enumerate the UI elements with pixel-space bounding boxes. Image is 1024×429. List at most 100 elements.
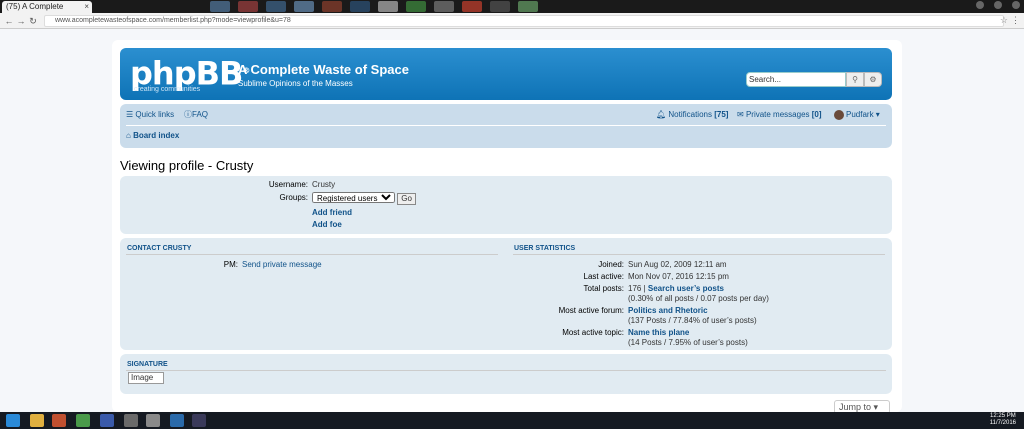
board-index-label: Board index xyxy=(133,131,180,140)
file-explorer-icon[interactable] xyxy=(30,414,44,427)
page-body: phpBB® creating communities A Complete W… xyxy=(112,40,902,414)
steam-icon[interactable] xyxy=(192,414,206,427)
windows-taskbar: 12:25 PM 11/7/2016 xyxy=(0,412,1024,429)
app-icon[interactable] xyxy=(100,414,114,427)
app-icon[interactable] xyxy=(146,414,160,427)
navbar-divider xyxy=(126,125,886,126)
bookmark-icon[interactable] xyxy=(350,1,370,12)
notifications-label: Notifications xyxy=(668,110,712,119)
media-player-icon[interactable] xyxy=(52,414,66,427)
add-friend-link[interactable]: Add friend xyxy=(312,208,352,218)
notifications-link[interactable]: 🔔︎ Notifications [75] xyxy=(656,110,728,120)
taskbar-clock[interactable]: 12:25 PM 11/7/2016 xyxy=(990,413,1016,427)
joined-label: Joined: xyxy=(598,260,624,269)
app-icon[interactable] xyxy=(170,414,184,427)
search-button[interactable]: ⚲ xyxy=(846,72,864,87)
home-icon: ⌂ xyxy=(126,131,134,140)
signature-title: SIGNATURE xyxy=(127,361,168,368)
bookmark-icon[interactable] xyxy=(294,1,314,12)
advanced-search-button[interactable]: ⚙ xyxy=(864,72,882,87)
bookmark-icon[interactable] xyxy=(518,1,538,12)
bookmark-icon[interactable] xyxy=(490,1,510,12)
groups-select[interactable]: Registered users xyxy=(312,192,395,203)
joined-value: Sun Aug 02, 2009 12:11 am xyxy=(628,260,727,269)
total-posts-detail: (0.30% of all posts / 0.07 posts per day… xyxy=(628,294,769,303)
quick-links-menu[interactable]: ☰ Quick links xyxy=(126,110,174,120)
maximize-icon[interactable] xyxy=(994,1,1002,9)
active-forum-link[interactable]: Politics and Rhetoric xyxy=(628,306,708,316)
last-active-label: Last active: xyxy=(583,272,624,281)
bookmark-icon[interactable] xyxy=(322,1,342,12)
board-index-link[interactable]: ⌂ Board index xyxy=(126,131,179,141)
tab-title: (75) A Complete xyxy=(6,2,64,11)
navbar: ☰ Quick links ⓘFAQ 🔔︎ Notifications [75]… xyxy=(120,104,892,148)
go-button[interactable]: Go xyxy=(397,193,416,205)
username-value: Crusty xyxy=(312,180,336,189)
search-posts-link[interactable]: Search user’s posts xyxy=(648,284,724,293)
chevron-down-icon: ▾ xyxy=(873,110,880,120)
site-description: Sublime Opinions of the Masses xyxy=(238,79,353,88)
pm-count: [0] xyxy=(811,110,822,119)
active-forum-label: Most active forum: xyxy=(558,306,624,315)
stats-divider xyxy=(513,254,885,255)
total-posts-line: 176 | Search user’s posts xyxy=(628,284,724,294)
signature-divider xyxy=(126,370,886,371)
site-title: A Complete Waste of Space xyxy=(238,62,409,77)
window-controls xyxy=(976,1,1020,9)
browser-tab[interactable]: (75) A Complete × xyxy=(2,1,92,13)
page-title: Viewing profile - Crusty xyxy=(120,158,254,173)
contact-title: CONTACT CRUSTY xyxy=(127,245,192,252)
contact-divider xyxy=(126,254,498,255)
forward-arrow-icon[interactable]: → xyxy=(16,15,26,27)
app-icon[interactable] xyxy=(124,414,138,427)
bookmark-icon[interactable] xyxy=(266,1,286,12)
minimize-icon[interactable] xyxy=(976,1,984,9)
faq-label: FAQ xyxy=(192,110,209,119)
bookmark-icons xyxy=(210,1,538,12)
send-pm-link[interactable]: Send private message xyxy=(242,260,322,270)
search-icon: ⚲ xyxy=(852,75,858,84)
quick-links-label: Quick links xyxy=(135,110,175,119)
pm-field-label: PM: xyxy=(223,260,238,269)
bookmark-icon[interactable] xyxy=(378,1,398,12)
avatar xyxy=(834,110,844,120)
url-field[interactable]: www.acompletewasteofspace.com/memberlist… xyxy=(44,15,1004,27)
reload-icon[interactable]: ↻ xyxy=(28,15,38,27)
hamburger-icon: ☰ xyxy=(126,110,136,119)
jump-to-label: Jump to xyxy=(839,402,872,412)
back-arrow-icon[interactable]: ← xyxy=(4,15,14,27)
active-topic-link[interactable]: Name this plane xyxy=(628,328,689,338)
active-topic-label: Most active topic: xyxy=(562,328,624,337)
username-label: Pudfark xyxy=(846,110,874,120)
total-posts-label: Total posts: xyxy=(583,284,624,293)
chevron-down-icon: ▾ xyxy=(871,402,879,412)
details-panel: CONTACT CRUSTY PM: Send private message … xyxy=(120,238,892,350)
site-logo[interactable]: phpBB® xyxy=(130,55,250,90)
close-window-icon[interactable] xyxy=(1012,1,1020,9)
bookmark-icon[interactable] xyxy=(462,1,482,12)
chrome-icon[interactable] xyxy=(76,414,90,427)
bookmark-icon[interactable] xyxy=(406,1,426,12)
add-foe-link[interactable]: Add foe xyxy=(312,220,342,230)
gear-icon: ⚙ xyxy=(869,75,877,84)
profile-panel: Username: Crusty Groups: Registered user… xyxy=(120,176,892,234)
notifications-count: [75] xyxy=(714,110,729,119)
bookmark-icon[interactable] xyxy=(238,1,258,12)
bookmark-star-icon[interactable]: ☆ xyxy=(1000,15,1008,26)
username-field-label: Username: xyxy=(268,180,308,189)
start-icon[interactable] xyxy=(6,414,20,427)
search-input[interactable]: Search... xyxy=(746,72,846,87)
address-bar: ← → ↻ www.acompletewasteofspace.com/memb… xyxy=(0,13,1024,29)
user-menu[interactable]: Pudfark ▾ xyxy=(834,110,880,120)
logo-tagline: creating communities xyxy=(134,86,201,93)
bookmark-icon[interactable] xyxy=(434,1,454,12)
help-icon: ⓘ xyxy=(184,110,192,119)
clock-time: 12:25 PM xyxy=(990,413,1016,419)
signature-image: Image xyxy=(128,372,164,384)
bookmark-icon[interactable] xyxy=(210,1,230,12)
faq-link[interactable]: ⓘFAQ xyxy=(184,110,208,120)
close-tab-icon[interactable]: × xyxy=(84,1,89,13)
last-active-value: Mon Nov 07, 2016 12:15 pm xyxy=(628,272,729,281)
private-messages-link[interactable]: ✉ Private messages [0] xyxy=(737,110,822,120)
browser-menu-icon[interactable]: ⋮ xyxy=(1011,15,1020,26)
